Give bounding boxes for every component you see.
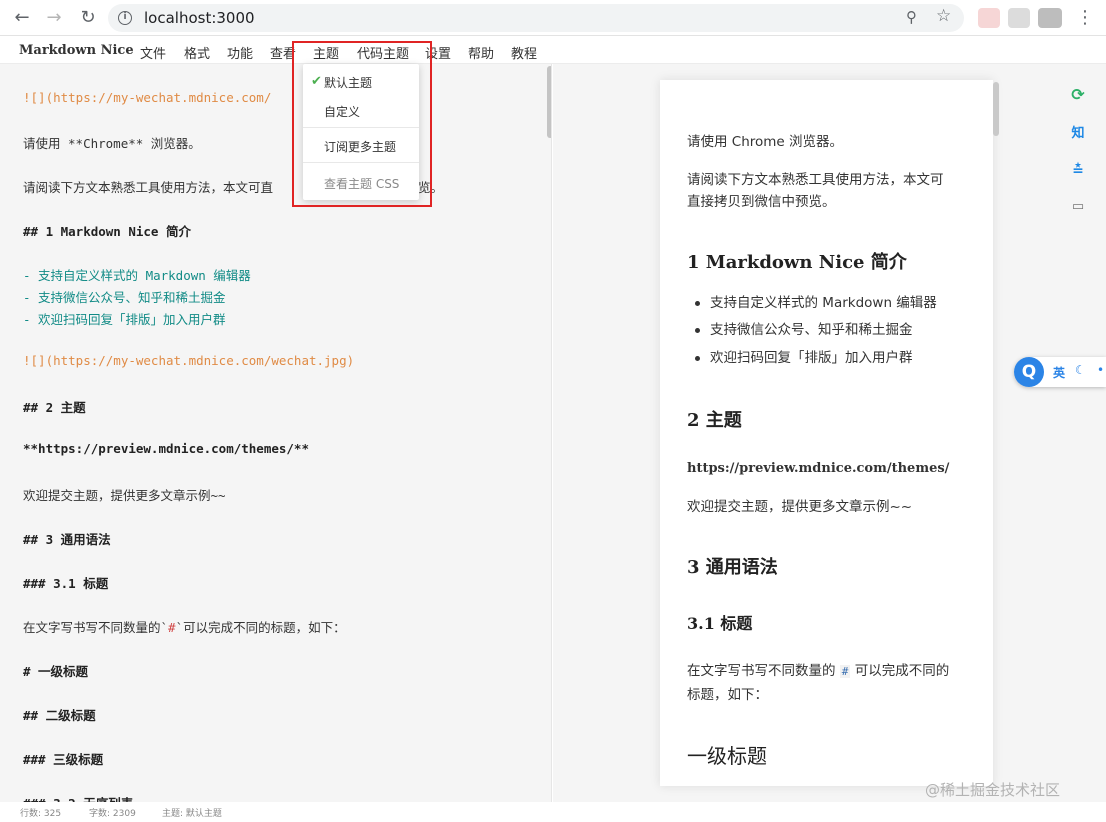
zhihu-icon[interactable]: 知 bbox=[1069, 125, 1087, 143]
editor-line[interactable]: ### 3.2 无序列表 bbox=[23, 793, 133, 802]
status-lines: 行数: 325 bbox=[20, 809, 62, 819]
editor-line[interactable]: 请使用 **Chrome** 浏览器。 bbox=[23, 133, 201, 152]
editor-scrollbar[interactable] bbox=[547, 66, 551, 138]
editor-line[interactable]: - 欢迎扫码回复「排版」加入用户群 bbox=[23, 309, 226, 328]
inline-code-hash: # bbox=[168, 620, 176, 635]
moon-icon[interactable]: ☾ bbox=[1075, 363, 1086, 377]
watermark: @稀土掘金技术社区 bbox=[925, 781, 1061, 799]
editor-line[interactable]: ### 三级标题 bbox=[23, 749, 103, 768]
preview-text: 在文字写书写不同数量的 bbox=[687, 663, 840, 679]
preview-paragraph: 请阅读下方文本熟悉工具使用方法，本文可 bbox=[687, 172, 944, 188]
menu-format[interactable]: 格式 bbox=[184, 43, 210, 62]
browser-menu-icon[interactable]: ⋮ bbox=[1076, 6, 1094, 30]
editor-text: `可以完成不同的标题，如下： bbox=[175, 620, 346, 635]
dot-icon[interactable]: • bbox=[1097, 363, 1104, 377]
menu-tutorial[interactable]: 教程 bbox=[511, 43, 537, 62]
preview-paragraph: 直接拷贝到微信中预览。 bbox=[687, 194, 836, 210]
preview-list-item: 支持微信公众号、知乎和稀土掘金 bbox=[695, 318, 913, 342]
status-bar: 行数: 325 字数: 2309 主题: 默认主题 bbox=[0, 802, 553, 822]
status-chars: 字数: 2309 bbox=[89, 809, 136, 819]
preview-heading: 1 Markdown Nice 简介 bbox=[687, 252, 907, 273]
highlight-box bbox=[292, 41, 432, 207]
wechat-icon[interactable]: ⟳ bbox=[1069, 86, 1087, 104]
menu-help[interactable]: 帮助 bbox=[468, 43, 494, 62]
editor-line[interactable]: 欢迎提交主题，提供更多文章示例~~ bbox=[23, 485, 226, 504]
monitor-icon[interactable]: ▭ bbox=[1069, 198, 1087, 216]
editor-line[interactable]: 请阅读下方文本熟悉工具使用方法，本文可直 bbox=[23, 177, 273, 196]
preview-text: 可以完成不同的 bbox=[850, 663, 950, 679]
editor-line[interactable]: - 支持自定义样式的 Markdown 编辑器 bbox=[23, 265, 251, 284]
preview-heading: 3 通用语法 bbox=[687, 557, 778, 578]
editor-line[interactable]: ### 3.1 标题 bbox=[23, 573, 108, 592]
preview-paragraph: 在文字写书写不同数量的 # 可以完成不同的 bbox=[687, 659, 949, 684]
zoom-icon[interactable]: ⚲ bbox=[906, 8, 917, 26]
forward-icon[interactable]: → bbox=[42, 6, 66, 30]
ime-widget[interactable]: Q 英 ☾ • bbox=[1014, 357, 1106, 387]
editor-line[interactable]: ![](https://my-wechat.mdnice.com/ bbox=[23, 90, 271, 105]
ime-language[interactable]: 英 bbox=[1053, 364, 1065, 381]
preview-list-item: 欢迎扫码回复「排版」加入用户群 bbox=[695, 346, 913, 370]
editor-line[interactable]: ## 3 通用语法 bbox=[23, 529, 111, 548]
address-bar[interactable]: i localhost:3000 ⚲ ☆ bbox=[108, 4, 964, 32]
editor-line[interactable]: ## 1 Markdown Nice 简介 bbox=[23, 221, 191, 240]
editor-line[interactable]: # 一级标题 bbox=[23, 661, 88, 680]
bookmark-star-icon[interactable]: ☆ bbox=[936, 6, 951, 26]
preview-paragraph: 请使用 Chrome 浏览器。 bbox=[687, 134, 844, 150]
editor-line[interactable]: ![](https://my-wechat.mdnice.com/wechat.… bbox=[23, 353, 354, 368]
browser-toolbar: ← → ↻ i localhost:3000 ⚲ ☆ ⋮ bbox=[0, 0, 1106, 36]
editor-text: 在文字写书写不同数量的` bbox=[23, 620, 169, 635]
markdown-editor[interactable]: ![](https://my-wechat.mdnice.com/ 请使用 **… bbox=[0, 64, 552, 802]
info-icon[interactable]: i bbox=[118, 11, 132, 25]
url-text[interactable]: localhost:3000 bbox=[144, 9, 255, 27]
preview-heading: 2 主题 bbox=[687, 410, 742, 431]
preview-paragraph: 欢迎提交主题，提供更多文章示例~~ bbox=[687, 499, 913, 515]
profile-avatar[interactable] bbox=[1038, 8, 1062, 28]
app-brand: Markdown Nice bbox=[19, 43, 134, 58]
editor-line[interactable]: **https://preview.mdnice.com/themes/** bbox=[23, 441, 309, 456]
preview-inline-code: # bbox=[839, 665, 851, 678]
preview-paragraph: 标题，如下： bbox=[687, 687, 768, 703]
editor-line[interactable]: 在文字写书写不同数量的`#`可以完成不同的标题，如下： bbox=[23, 617, 346, 636]
preview-bold-link: https://preview.mdnice.com/themes/ bbox=[687, 461, 950, 476]
back-icon[interactable]: ← bbox=[10, 6, 34, 30]
editor-line[interactable]: ## 二级标题 bbox=[23, 705, 96, 724]
preview-list-item: 支持自定义样式的 Markdown 编辑器 bbox=[695, 291, 937, 315]
preview-heading: 一级标题 bbox=[687, 744, 767, 768]
app-menubar: Markdown Nice 文件 格式 功能 查看 主题 代码主题 设置 帮助 … bbox=[0, 36, 1106, 64]
editor-line[interactable]: ## 2 主题 bbox=[23, 397, 86, 416]
juejin-icon[interactable]: ≛ bbox=[1069, 162, 1087, 180]
status-theme: 主题: 默认主题 bbox=[162, 809, 222, 819]
reload-icon[interactable]: ↻ bbox=[76, 6, 100, 30]
extension-icon[interactable] bbox=[1008, 8, 1030, 28]
menu-file[interactable]: 文件 bbox=[140, 43, 166, 62]
preview-card: 请使用 Chrome 浏览器。 请阅读下方文本熟悉工具使用方法，本文可 直接拷贝… bbox=[660, 80, 993, 786]
menu-function[interactable]: 功能 bbox=[227, 43, 253, 62]
ime-logo-icon: Q bbox=[1014, 357, 1044, 387]
extension-icon[interactable] bbox=[978, 8, 1000, 28]
preview-scrollbar[interactable] bbox=[993, 82, 999, 136]
editor-line[interactable]: - 支持微信公众号、知乎和稀土掘金 bbox=[23, 287, 226, 306]
preview-heading: 3.1 标题 bbox=[687, 614, 753, 633]
